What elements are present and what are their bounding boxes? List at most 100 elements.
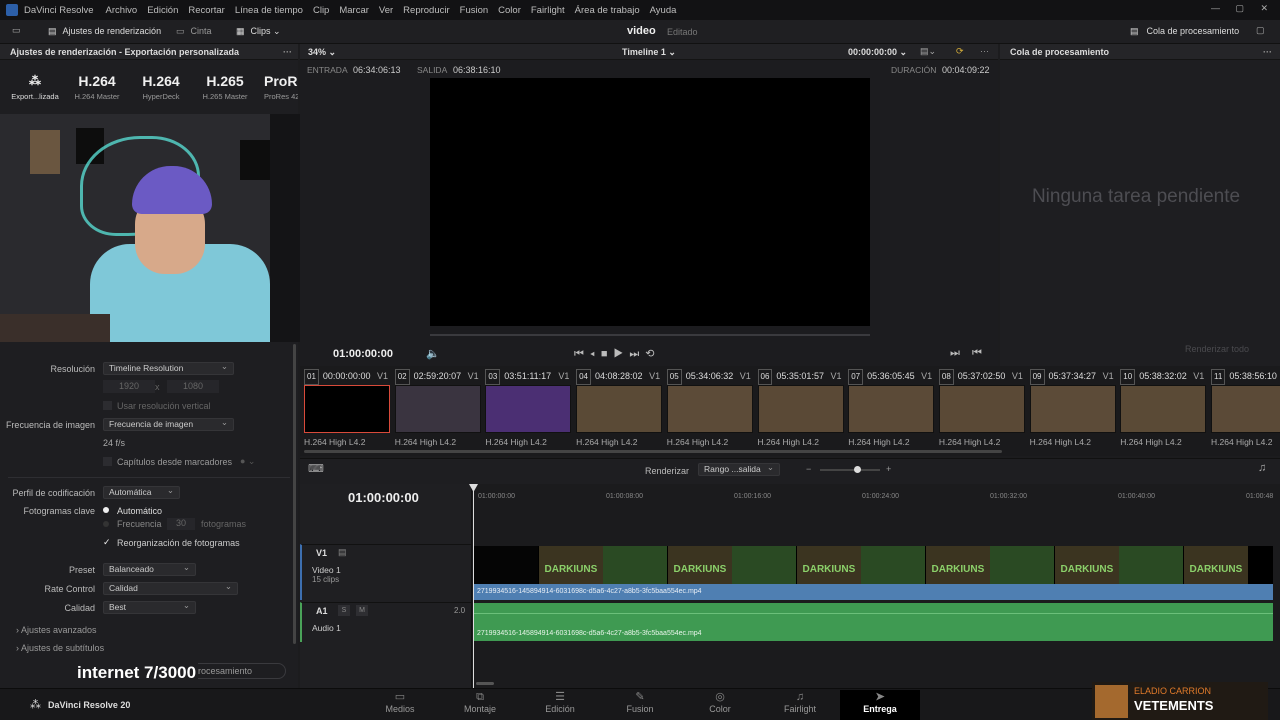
menu-ver[interactable]: Ver [379, 5, 393, 16]
preset-dropdown[interactable]: Balanceado [103, 562, 196, 576]
clip-thumbnail[interactable] [394, 385, 481, 433]
clips-button[interactable]: ▦ Clips ⌄ [236, 26, 281, 37]
render-all-button[interactable]: Renderizar todo [1185, 344, 1249, 354]
reorder-label: Reorganización de fotogramas [117, 538, 240, 548]
clip-thumbnail[interactable] [304, 385, 390, 433]
vertical-checkbox[interactable] [103, 401, 112, 410]
volume-icon[interactable]: 🔈 [426, 347, 440, 360]
ratecontrol-dropdown[interactable]: Calidad [103, 581, 238, 595]
menu-recortar[interactable]: Recortar [188, 5, 224, 16]
minimize-icon[interactable]: — [1211, 3, 1220, 13]
menu-reproducir[interactable]: Reproducir [403, 5, 449, 16]
page-tab-fairlight[interactable]: ♫ Fairlight [760, 690, 840, 720]
jump-end-icon[interactable]: ⏭ [629, 348, 645, 360]
queue-more-icon[interactable]: ··· [1263, 44, 1272, 60]
clip-thumbnail[interactable] [1120, 385, 1207, 433]
menu-clip[interactable]: Clip [313, 5, 329, 16]
page-tab-edición[interactable]: ☰ Edición [520, 690, 600, 720]
jump-start-icon[interactable]: ⏮ [574, 348, 590, 360]
clip-thumbnail[interactable] [576, 385, 663, 433]
zoom-slider[interactable] [820, 469, 880, 471]
menu-area-de-trabajo[interactable]: Área de trabajo [575, 5, 640, 16]
reorder-checkbox[interactable]: ✓ [103, 537, 111, 548]
render-settings-button[interactable]: ▤ Ajustes de renderización [48, 26, 161, 37]
quality-dropdown[interactable]: Best [103, 600, 196, 614]
next-clip-icon[interactable]: ⏭ [950, 347, 960, 360]
menu-fusion[interactable]: Fusion [460, 5, 489, 16]
clip-thumbnail[interactable] [848, 385, 935, 433]
clip-codec: H.264 High L4.2 [848, 437, 910, 447]
page-tab-color[interactable]: ◎ Color [680, 690, 760, 720]
more-options-icon[interactable]: ··· [283, 44, 292, 60]
advanced-settings-toggle[interactable]: › Ajustes avanzados [16, 625, 97, 635]
profile-dropdown[interactable]: Automática [103, 485, 180, 499]
stop-icon[interactable]: ■ [601, 348, 614, 360]
preset-custom-export[interactable]: ⁂ Export...lizada [6, 70, 64, 101]
viewer-sync-icon[interactable]: ⟳ [956, 46, 964, 57]
step-back-icon[interactable]: ◂ [590, 348, 601, 360]
zoom-out-icon[interactable]: − [806, 464, 811, 474]
solo-button[interactable]: S [338, 605, 350, 616]
audio-meter-icon[interactable]: ♫ [1258, 462, 1266, 474]
viewer-scrubber[interactable] [430, 334, 870, 336]
menu-edicion[interactable]: Edición [147, 5, 178, 16]
left-panel-scrollbar[interactable] [293, 344, 296, 644]
page-tab-montaje[interactable]: ⧉ Montaje [440, 690, 520, 720]
clips-scrollbar[interactable] [304, 450, 1002, 453]
width-field[interactable]: 1920 [103, 380, 155, 393]
clip-thumbnail[interactable] [1211, 385, 1280, 433]
viewer-timecode[interactable]: 00:00:00:00 ⌄ [848, 47, 907, 58]
kf-freq-radio[interactable] [103, 521, 109, 527]
resolution-dropdown[interactable]: Timeline Resolution [103, 361, 234, 375]
menu-ayuda[interactable]: Ayuda [650, 5, 677, 16]
fps-value: 24 f/s [103, 438, 126, 448]
clip-thumbnail[interactable] [485, 385, 572, 433]
clip-thumbnail[interactable] [757, 385, 844, 433]
subtitles-settings-toggle[interactable]: › Ajustes de subtítulos [16, 643, 104, 653]
timeline-view-icon[interactable]: ⌨ [308, 462, 324, 475]
framerate-dropdown[interactable]: Frecuencia de imagen [103, 417, 234, 431]
zoom-slider-handle[interactable] [854, 466, 861, 473]
timeline-name-dropdown[interactable]: Timeline 1 ⌄ [622, 47, 676, 58]
clip-number: 04 [576, 369, 591, 385]
loop-icon[interactable]: ⟲ [645, 348, 660, 360]
close-icon[interactable]: ✕ [1260, 3, 1268, 14]
page-tab-medios[interactable]: ▭ Medios [360, 690, 440, 720]
menu-color[interactable]: Color [498, 5, 521, 16]
zoom-dropdown[interactable]: 34% ⌄ [308, 47, 336, 58]
preset-h264-master[interactable]: H.264 H.264 Master [68, 70, 126, 101]
kf-freq-input[interactable]: 30 [167, 518, 195, 530]
clip-thumbnail[interactable] [666, 385, 753, 433]
render-queue-button[interactable]: ▤ Cola de procesamiento [1130, 26, 1239, 37]
mute-button[interactable]: M [356, 605, 368, 616]
page-tab-fusion[interactable]: ✎ Fusion [600, 690, 680, 720]
kf-auto-radio[interactable] [103, 507, 109, 513]
tape-button[interactable]: ▭ Cinta [176, 26, 212, 37]
timeline-scrollbar[interactable] [476, 682, 494, 685]
menu-fairlight[interactable]: Fairlight [531, 5, 565, 16]
preset-h265-master[interactable]: H.265 H.265 Master [196, 70, 254, 101]
prev-clip-icon[interactable]: ⏮ [972, 347, 982, 360]
render-range-dropdown[interactable]: Rango ...salida [698, 462, 780, 476]
viewer-options-icon[interactable]: ▤⌄ [920, 46, 936, 57]
page-tab-entrega[interactable]: ➤ Entrega [840, 690, 920, 720]
video-clip-bar[interactable]: 2719934516-145894914-6031698c-d5a6-4c27-… [474, 584, 1273, 600]
menu-marcar[interactable]: Marcar [339, 5, 369, 16]
viewer-more-icon[interactable]: ··· [980, 46, 989, 56]
clip-thumbnail[interactable] [1029, 385, 1116, 433]
menu-linea-de-tiempo[interactable]: Línea de tiempo [235, 5, 303, 16]
chapters-checkbox[interactable] [103, 457, 112, 466]
v1-toggle-icon[interactable]: ▤ [338, 547, 347, 558]
clip-thumbnail[interactable] [938, 385, 1025, 433]
maximize-icon[interactable]: ▢ [1235, 3, 1244, 14]
chapters-dropdown-icon[interactable]: ● ⌄ [240, 456, 255, 467]
menu-archivo[interactable]: Archivo [106, 5, 138, 16]
preset-hyperdeck[interactable]: H.264 HyperDeck [132, 70, 190, 101]
zoom-in-icon[interactable]: + [886, 464, 891, 474]
play-icon[interactable]: ▶ [614, 348, 630, 360]
height-field[interactable]: 1080 [167, 380, 219, 393]
panel-layout-icon[interactable]: ▢ [1256, 25, 1265, 36]
monitor-icon[interactable]: ▭ [12, 25, 21, 36]
preset-prores[interactable]: ProRe ProRes 42 [258, 70, 298, 101]
clip-track: V1 [376, 371, 388, 381]
